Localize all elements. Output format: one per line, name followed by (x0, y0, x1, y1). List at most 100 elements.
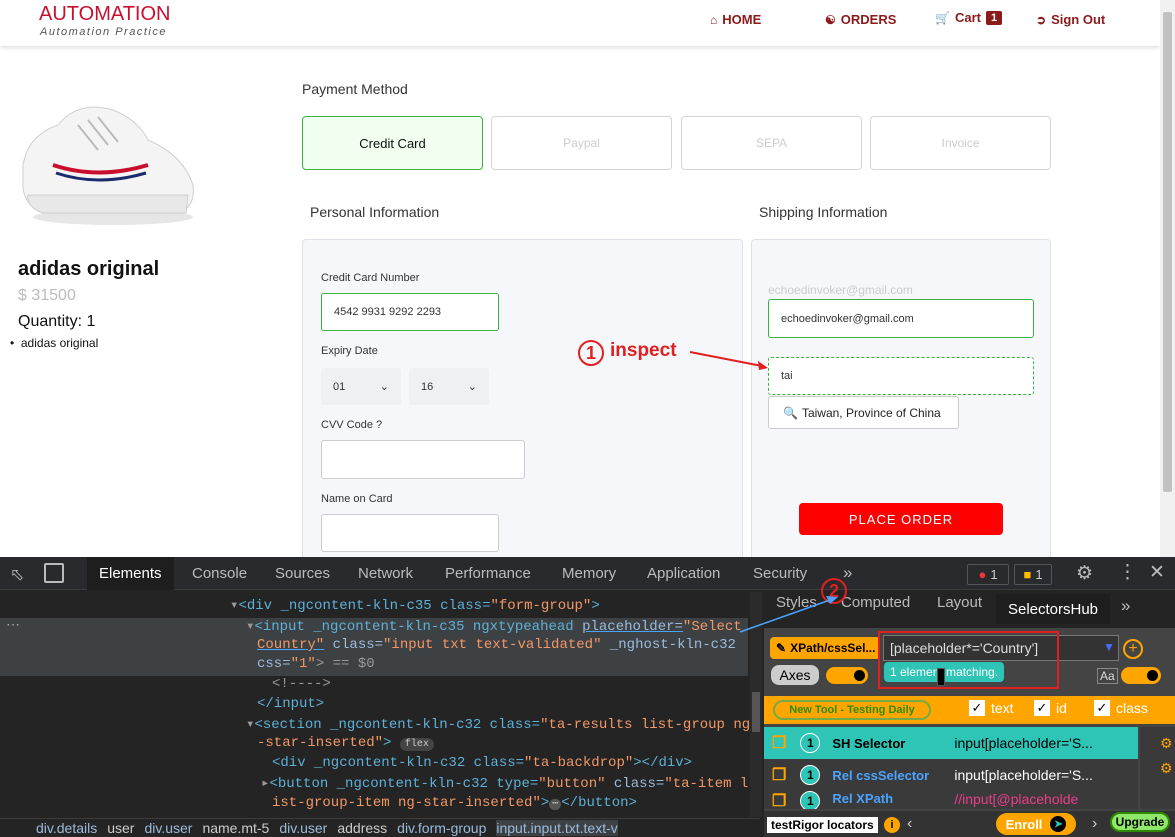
copy-icon[interactable]: ❐ (772, 791, 786, 809)
payment-credit-card-option[interactable]: Credit Card (302, 116, 483, 170)
close-devtools-icon[interactable]: ✕ (1149, 561, 1165, 584)
breadcrumb-item[interactable]: div.details (36, 820, 97, 836)
nav-cart-link[interactable]: 🛒 Cart 1 (935, 10, 1003, 25)
flex-badge[interactable]: flex (399, 738, 434, 751)
axes-toggle[interactable] (826, 667, 868, 684)
tab-selectorshub[interactable]: SelectorsHub (996, 594, 1110, 624)
dom-comment[interactable]: <!----> (272, 676, 331, 692)
selector-type-label: Rel cssSelector (832, 767, 930, 783)
payment-paypal-option[interactable]: Paypal (491, 116, 672, 170)
tab-security[interactable]: Security (753, 557, 807, 590)
dom-line[interactable]: ist-group-item ng-star-inserted"> ⋯ </butt… (272, 795, 637, 811)
page-scrollbar[interactable] (1160, 0, 1175, 557)
site-logo-subtitle: Automation Practice (40, 26, 167, 38)
dom-line[interactable]: Country" class="input txt text-validated… (257, 637, 736, 653)
breadcrumb-item-current[interactable]: input.input.txt.text-v (496, 820, 618, 836)
breadcrumb-item[interactable]: div.form-group (397, 820, 486, 836)
upgrade-button[interactable]: Upgrade (1110, 812, 1170, 832)
tab-computed[interactable]: Computed (841, 594, 910, 611)
name-on-card-input[interactable] (321, 514, 499, 552)
id-checkbox-label: id (1056, 700, 1067, 716)
tool-icon[interactable]: ⚙ (1160, 735, 1175, 752)
cvv-label: CVV Code ? (321, 419, 383, 431)
dom-attr-value: ist-group-item ng-star-inserted" (272, 795, 541, 811)
selector-value[interactable]: input[placeholder='S... (954, 735, 1093, 751)
info-icon[interactable]: i (884, 817, 900, 833)
dom-closing-tag[interactable]: </input> (257, 696, 324, 712)
case-sensitive-icon[interactable]: Aa (1097, 668, 1118, 684)
selector-value[interactable]: //input[@placeholde (954, 791, 1078, 807)
tool-icon[interactable]: ⚙ (1160, 760, 1175, 777)
selector-row-rel-css[interactable]: ❐ 1 Rel cssSelector input[placeholder='S… (764, 759, 1138, 791)
add-selector-icon[interactable]: + (1123, 639, 1143, 659)
payment-sepa-option[interactable]: SEPA (681, 116, 862, 170)
warning-count-badge[interactable]: ■ 1 (1014, 564, 1052, 585)
dom-line[interactable]: <div _ngcontent-kln-c32 class="ta-backdr… (272, 755, 692, 771)
selector-value[interactable]: input[placeholder='S... (954, 767, 1093, 783)
dom-line-selected[interactable]: ▾<input _ngcontent-kln-c35 ngxtypeahead … (246, 618, 742, 635)
nav-home-link[interactable]: ⌂ HOME (710, 12, 761, 27)
expiry-month-select[interactable]: 01 ⌄ (321, 368, 401, 405)
breadcrumb-item[interactable]: div.user (279, 820, 327, 836)
dom-line[interactable]: ▸<button _ngcontent-kln-c32 type="button… (261, 775, 748, 792)
enroll-button[interactable]: Enroll ➤ (996, 813, 1076, 835)
id-checkbox[interactable]: ✓ id (1034, 700, 1067, 716)
device-toolbar-icon[interactable] (44, 563, 64, 583)
tab-elements[interactable]: Elements (87, 557, 174, 590)
nav-signout-link[interactable]: ➲ Sign Out (1036, 12, 1105, 27)
site-logo[interactable]: AUTOMATION (39, 3, 170, 26)
breadcrumb-item[interactable]: user (107, 820, 134, 836)
node-actions-icon[interactable]: ⋯ (6, 616, 20, 633)
tab-sources[interactable]: Sources (275, 557, 330, 590)
dom-line[interactable]: css="1"> == $0 (257, 656, 375, 672)
copy-icon[interactable]: ❐ (772, 733, 786, 753)
expiry-year-select[interactable]: 16 ⌄ (409, 368, 489, 405)
breadcrumb-item[interactable]: address (337, 820, 387, 836)
settings-gear-icon[interactable]: ⚙ (1076, 562, 1093, 585)
class-checkbox[interactable]: ✓ class (1094, 700, 1148, 716)
inspect-element-icon[interactable]: ⬁ (10, 565, 24, 585)
error-count-badge[interactable]: ● 1 (967, 564, 1009, 585)
tab-network[interactable]: Network (358, 557, 413, 590)
cvv-input[interactable] (321, 440, 525, 479)
dom-tag: <section _ngcontent-kln-c32 class= (254, 717, 541, 733)
shipping-country-input[interactable]: tai (768, 357, 1034, 395)
dom-line[interactable]: -star-inserted"> flex (257, 735, 434, 751)
payment-invoice-option[interactable]: Invoice (870, 116, 1051, 170)
nav-orders-link[interactable]: ☯ ORDERS (825, 12, 896, 27)
tab-memory[interactable]: Memory (562, 557, 616, 590)
xpath-css-mode-button[interactable]: ✎ XPath/cssSel... (770, 637, 880, 659)
dom-line[interactable]: ▾<div _ngcontent-kln-c35 class="form-gro… (230, 597, 600, 614)
card-number-input[interactable]: 4542 9931 9292 2293 (321, 293, 499, 331)
axes-button[interactable]: Axes (771, 665, 819, 685)
place-order-button[interactable]: PLACE ORDER (799, 503, 1003, 535)
kebab-menu-icon[interactable]: ⋮ (1118, 561, 1137, 584)
more-panes-icon[interactable]: » (1121, 596, 1130, 616)
shipping-email-input[interactable]: echoedinvoker@gmail.com (768, 299, 1034, 338)
tab-console[interactable]: Console (192, 557, 247, 590)
new-tool-banner[interactable]: New Tool - Testing Daily (773, 700, 931, 720)
tab-application[interactable]: Application (647, 557, 720, 590)
chevron-down-icon[interactable]: ▼ (1103, 640, 1115, 654)
dom-line[interactable]: ▾<section _ngcontent-kln-c32 class="ta-r… (246, 716, 750, 733)
cursor-icon: ➤ (1050, 816, 1067, 832)
list-item: • adidas original (10, 336, 99, 350)
more-tabs-icon[interactable]: » (843, 563, 852, 583)
copy-icon[interactable]: ❐ (772, 765, 786, 785)
tab-performance[interactable]: Performance (445, 557, 531, 590)
match-count: 1 (800, 733, 821, 753)
selector-row-sh[interactable]: ❐ 1 SH Selector input[placeholder='S... (764, 727, 1138, 759)
selector-row-rel-xpath[interactable]: ❐ 1 Rel XPath //input[@placeholde (764, 791, 1138, 809)
case-toggle[interactable] (1121, 667, 1161, 684)
text-checkbox[interactable]: ✓ text (969, 700, 1014, 716)
product-item-list: • adidas original (10, 336, 98, 350)
chevron-left-icon[interactable]: ‹ (907, 815, 912, 833)
breadcrumb-item[interactable]: name.mt-5 (202, 820, 269, 836)
country-suggestion-item[interactable]: 🔍 Taiwan, Province of China (768, 396, 959, 429)
tab-layout[interactable]: Layout (937, 594, 982, 611)
dom-tag: <input _ngcontent-kln-c35 ngxtypeahead (254, 619, 583, 635)
testrigor-locators-button[interactable]: testRigor locators (767, 817, 878, 833)
dom-tag: <div _ngcontent-kln-c32 class= (272, 755, 525, 771)
chevron-right-icon[interactable]: › (1092, 815, 1097, 833)
breadcrumb-item[interactable]: div.user (144, 820, 192, 836)
